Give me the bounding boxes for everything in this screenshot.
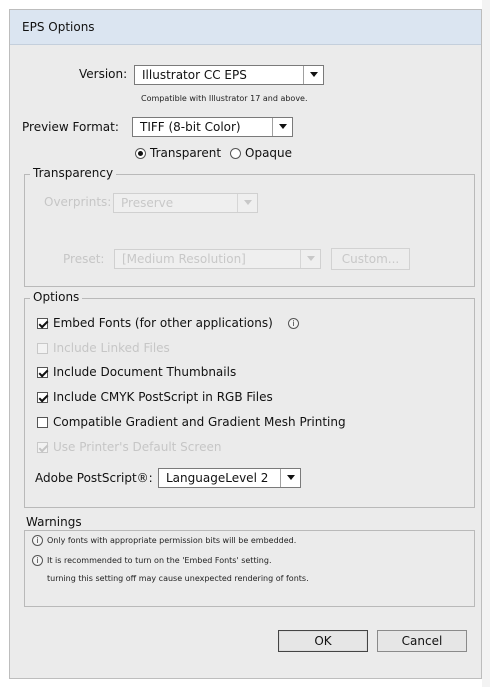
preview-format-label: Preview Format: [22,120,119,134]
warning-text: Only fonts with appropriate permission b… [47,536,297,545]
transparent-label[interactable]: Transparent [150,146,221,160]
postscript-label: Adobe PostScript®: [35,471,153,485]
preview-format-value: TIFF (8-bit Color) [140,120,241,134]
window-title: EPS Options [22,20,95,34]
transparent-radio[interactable] [135,148,146,159]
transparency-legend: Transparency [30,166,117,180]
options-legend: Options [30,290,83,304]
opaque-label[interactable]: Opaque [245,146,292,160]
ok-button[interactable]: OK [278,630,368,652]
overprints-select[interactable]: Preserve [113,193,258,213]
chevron-down-icon [303,66,323,84]
preset-value: [Medium Resolution] [122,252,246,266]
printer-default-screen-checkbox[interactable] [37,442,48,453]
overprints-value: Preserve [121,196,174,210]
include-thumbnails-label[interactable]: Include Document Thumbnails [53,365,236,379]
include-cmyk-label[interactable]: Include CMYK PostScript in RGB Files [53,390,273,404]
include-linked-files-checkbox[interactable] [37,343,48,354]
include-cmyk-checkbox[interactable] [37,392,48,403]
chevron-down-icon [237,194,257,212]
printer-default-screen-label: Use Printer's Default Screen [53,440,222,454]
compatible-gradient-checkbox[interactable] [37,417,48,428]
background-strip [482,0,490,687]
warning-text: turning this setting off may cause unexp… [47,574,309,583]
opaque-radio[interactable] [230,148,241,159]
version-select[interactable]: Illustrator CC EPS [134,65,324,85]
chevron-down-icon [280,469,300,487]
version-label: Version: [79,67,128,81]
postscript-value: LanguageLevel 2 [166,471,269,485]
chevron-down-icon [300,250,320,268]
eps-options-dialog: EPS Options Version: Illustrator CC EPS … [9,9,482,679]
warnings-label: Warnings [26,515,82,529]
transparency-group [24,174,475,287]
embed-fonts-label[interactable]: Embed Fonts (for other applications) [53,316,273,330]
compatible-gradient-label[interactable]: Compatible Gradient and Gradient Mesh Pr… [53,415,346,429]
preset-label: Preset: [63,252,105,266]
overprints-label: Overprints: [44,195,112,209]
info-icon: i [32,555,43,566]
cancel-button[interactable]: Cancel [377,630,467,652]
preset-select[interactable]: [Medium Resolution] [114,249,321,269]
version-compat-note: Compatible with Illustrator 17 and above… [141,94,308,103]
title-bar: EPS Options [10,10,481,45]
custom-button[interactable]: Custom... [331,248,410,270]
info-icon[interactable]: i [288,318,299,329]
postscript-select[interactable]: LanguageLevel 2 [158,468,301,488]
include-linked-files-label: Include Linked Files [53,341,170,355]
warning-text: It is recommended to turn on the 'Embed … [47,556,272,565]
chevron-down-icon [272,118,292,136]
include-thumbnails-checkbox[interactable] [37,367,48,378]
preview-format-select[interactable]: TIFF (8-bit Color) [132,117,293,137]
embed-fonts-checkbox[interactable] [37,318,48,329]
version-value: Illustrator CC EPS [142,68,247,82]
info-icon: i [32,535,43,546]
